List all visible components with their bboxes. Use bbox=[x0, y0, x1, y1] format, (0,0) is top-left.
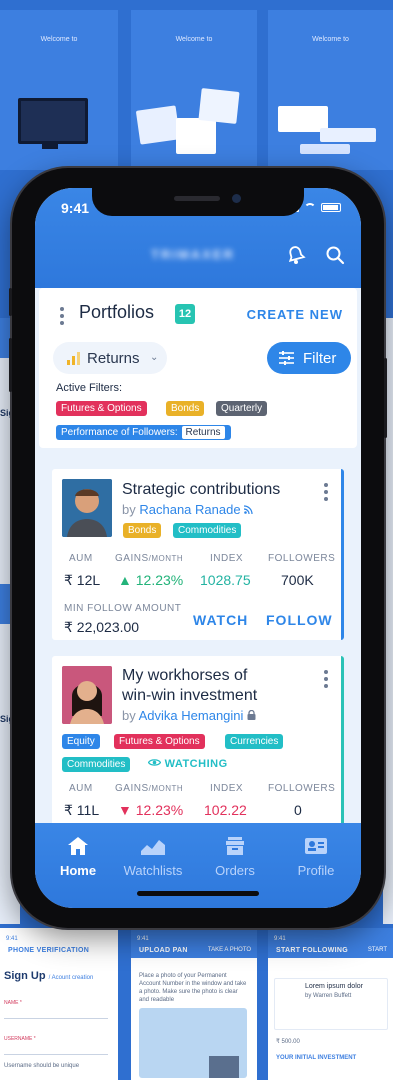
welcome-text: Welcome to bbox=[312, 36, 349, 43]
battery-icon bbox=[321, 203, 341, 212]
sort-dropdown[interactable]: Returns ⌄ bbox=[53, 342, 167, 374]
phone-notch bbox=[92, 188, 304, 216]
bg-welcome-screen-1: Welcome to bbox=[0, 10, 118, 170]
portfolio-list-area: Portfolios 12 CREATE NEW Returns ⌄ Filte… bbox=[35, 288, 361, 823]
bg-upload-pan-screen: 9:41 UPLOAD PAN TAKE A PHOTO Place a pho… bbox=[131, 928, 257, 1080]
followers-filter-chip[interactable]: Performance of Followers: Returns bbox=[56, 425, 231, 440]
aum-label: AUM bbox=[69, 553, 93, 564]
monitor-illustration bbox=[18, 98, 88, 144]
phone-screen: 9:41 TRIMAXER Portfolios 12 CREATE NEW R… bbox=[35, 188, 361, 908]
card-menu-icon[interactable] bbox=[324, 670, 328, 688]
active-filters-label: Active Filters: bbox=[56, 382, 123, 394]
filter-chip[interactable]: Futures & Options bbox=[56, 401, 147, 416]
home-indicator bbox=[137, 891, 259, 896]
gains-value: ▼ 12.23% bbox=[118, 802, 184, 818]
phone-frame: 9:41 TRIMAXER Portfolios 12 CREATE NEW R… bbox=[9, 168, 387, 928]
aum-label: AUM bbox=[69, 783, 93, 794]
page-title: Portfolios bbox=[79, 302, 155, 322]
index-label: INDEX bbox=[210, 783, 244, 794]
notifications-button[interactable] bbox=[285, 244, 307, 266]
followers-label: FOLLOWERS bbox=[268, 553, 336, 564]
portfolio-count-badge: 12 bbox=[175, 304, 195, 324]
tab-home[interactable]: Home bbox=[38, 835, 118, 878]
arrow-up-icon: ▲ bbox=[118, 572, 132, 588]
form-card-illustration bbox=[320, 128, 376, 142]
welcome-text: Welcome to bbox=[175, 36, 213, 43]
create-new-button[interactable]: CREATE NEW bbox=[247, 307, 343, 322]
pan-card-photo bbox=[209, 1056, 239, 1078]
bg-start-following-screen: 9:41 START FOLLOWING START Lorem ipsum d… bbox=[268, 928, 393, 1080]
portfolio-tag: Bonds bbox=[123, 523, 162, 538]
bell-icon bbox=[288, 246, 306, 264]
welcome-text: Welcome to bbox=[40, 36, 78, 43]
orders-icon bbox=[226, 837, 244, 855]
tab-profile[interactable]: Profile bbox=[276, 835, 356, 878]
search-icon bbox=[326, 246, 345, 265]
monitor-stand-illustration bbox=[42, 141, 58, 149]
watch-button[interactable]: WATCH bbox=[193, 612, 248, 628]
filter-button[interactable]: Filter bbox=[267, 342, 351, 374]
bg-phone-verification-screen: 9:41 PHONE VERIFICATION Sign Up / Acount… bbox=[0, 928, 118, 1080]
filter-chip[interactable]: Bonds bbox=[166, 401, 205, 416]
gains-label: GAINS/MONTH bbox=[115, 783, 184, 794]
profile-card-illustration bbox=[135, 105, 181, 145]
portfolio-tag: Commodities bbox=[173, 523, 242, 538]
chart-icon bbox=[141, 840, 165, 855]
form-card-illustration bbox=[300, 144, 350, 154]
portfolio-tag: Equity bbox=[62, 734, 100, 749]
search-button[interactable] bbox=[324, 244, 346, 266]
gains-value: ▲ 12.23% bbox=[118, 572, 184, 588]
filter-chip[interactable]: Quarterly bbox=[216, 401, 268, 416]
portfolio-tag: Commodities bbox=[62, 757, 131, 772]
app-brand: TRIMAXER bbox=[151, 247, 235, 262]
portfolio-card[interactable]: My workhorses of win-win investment by Ad… bbox=[52, 656, 344, 823]
sliders-icon bbox=[279, 351, 294, 365]
avatar bbox=[62, 479, 112, 537]
min-follow-value: ₹ 22,023.00 bbox=[64, 619, 140, 635]
tab-orders[interactable]: Orders bbox=[195, 835, 275, 878]
profile-card-illustration bbox=[176, 118, 216, 154]
followers-value: 700K bbox=[281, 572, 314, 588]
chevron-down-icon: ⌄ bbox=[150, 352, 159, 363]
aum-value: ₹ 12L bbox=[64, 572, 101, 588]
followers-label: FOLLOWERS bbox=[268, 783, 336, 794]
follow-button[interactable]: FOLLOW bbox=[266, 612, 333, 628]
portfolio-author: by Advika Hemangini bbox=[122, 708, 256, 723]
lock-icon bbox=[247, 709, 256, 720]
index-value: 102.22 bbox=[204, 802, 247, 818]
portfolio-tag: Futures & Options bbox=[114, 734, 205, 749]
followers-value: 0 bbox=[294, 802, 302, 818]
min-follow-label: MIN FOLLOW AMOUNT bbox=[64, 603, 182, 614]
wifi-icon bbox=[304, 203, 316, 212]
profile-icon bbox=[305, 838, 327, 854]
index-label: INDEX bbox=[210, 553, 244, 564]
rss-icon bbox=[244, 505, 253, 515]
arrow-down-icon: ▼ bbox=[118, 802, 132, 818]
tab-watchlists[interactable]: Watchlists bbox=[113, 835, 193, 878]
more-menu-icon[interactable] bbox=[60, 307, 64, 325]
eye-icon bbox=[147, 759, 162, 766]
portfolio-author: by Rachana Ranade bbox=[122, 502, 253, 517]
avatar bbox=[62, 666, 112, 724]
portfolio-title: Strategic contributions bbox=[122, 481, 281, 498]
bar-chart-icon bbox=[67, 352, 80, 365]
card-menu-icon[interactable] bbox=[324, 483, 328, 501]
profile-card-illustration bbox=[198, 88, 240, 124]
portfolios-header: Portfolios 12 CREATE NEW Returns ⌄ Filte… bbox=[39, 288, 357, 448]
watching-status: WATCHING bbox=[147, 758, 228, 770]
gains-label: GAINS/MONTH bbox=[115, 553, 184, 564]
aum-value: ₹ 11L bbox=[64, 802, 100, 818]
portfolio-card[interactable]: Strategic contributions by Rachana Ranad… bbox=[52, 469, 344, 640]
portfolio-title: My workhorses of win-win investment bbox=[122, 667, 258, 704]
mini-portfolio-card: Lorem ipsum dolor by Warren Buffett bbox=[274, 978, 388, 1030]
signup-heading: Sign Up / Acount creation bbox=[4, 970, 94, 982]
status-time: 9:41 bbox=[61, 200, 90, 216]
home-icon bbox=[68, 837, 88, 855]
index-value: 1028.75 bbox=[200, 572, 251, 588]
portfolio-tag: Currencies bbox=[225, 734, 284, 749]
